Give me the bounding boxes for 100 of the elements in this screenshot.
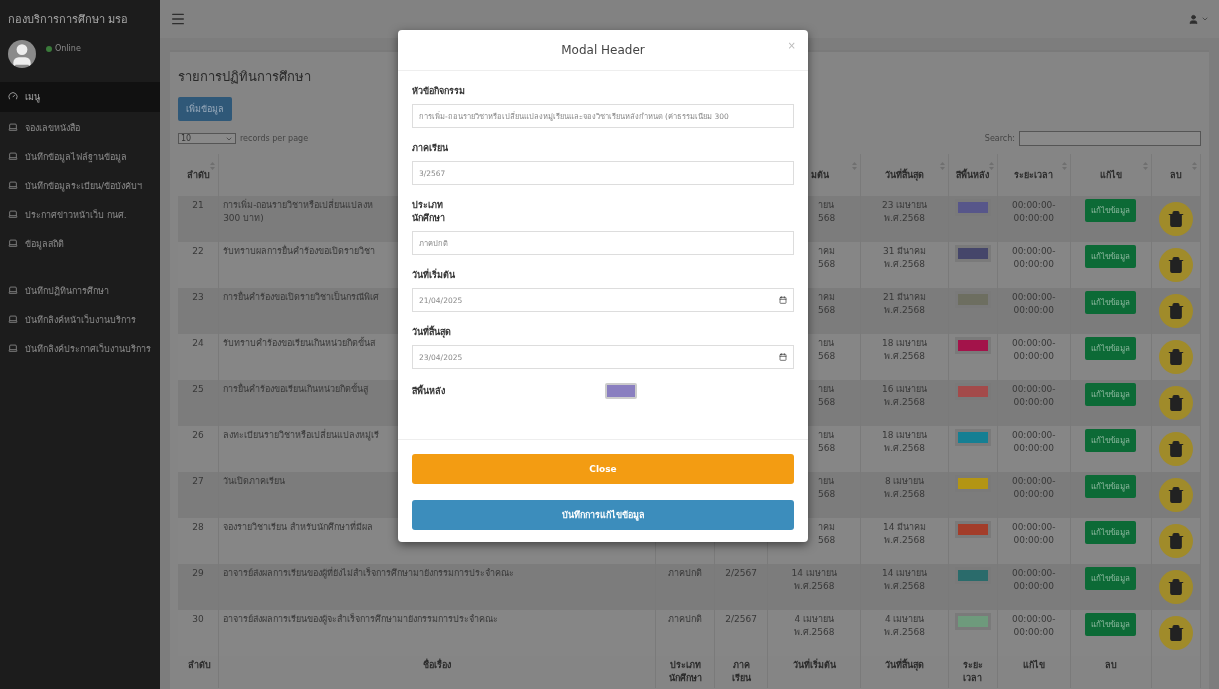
start-date: ายน 568	[817, 337, 836, 363]
trash-icon	[1167, 394, 1186, 412]
edit-button[interactable]: แก้ไขข้อมูล	[1085, 475, 1137, 498]
row-number: 26	[191, 429, 205, 442]
start-date: 4 เมษายน พ.ศ.2568	[792, 613, 836, 639]
caret-icon	[1201, 15, 1209, 23]
delete-button[interactable]	[1159, 386, 1194, 420]
user-menu-icon[interactable]	[1188, 13, 1209, 25]
semester-text: 2/2567	[724, 613, 758, 626]
column-footer: วันที่เริ่มต้น	[771, 659, 857, 672]
sidebar-item[interactable]: ประกาศข่าวหน้าเว็บ กนศ.	[0, 202, 160, 228]
start-date: ายน 568	[817, 383, 836, 409]
laptop-icon	[8, 209, 18, 219]
title-text: วันเปิดภาคเรียน	[223, 475, 286, 488]
end-date: 14 เมษายน พ.ศ.2568	[881, 567, 929, 593]
end-date: 8 เมษายน พ.ศ.2568	[883, 475, 926, 501]
sidebar-item[interactable]: บันทึกลิงค์หน้าเว็บงานบริการ	[0, 307, 160, 333]
laptop-icon	[8, 151, 18, 161]
delete-button[interactable]	[1159, 570, 1194, 604]
sidebar-item[interactable]: ข้อมูลสถิติ	[0, 231, 160, 257]
row-number: 24	[191, 337, 205, 350]
title-text: อาจารย์ส่งผลการเรียนของผู้จะสำเร็จการศึกษามายังกรรมการประจำคณะ	[223, 613, 499, 626]
field-label: วันที่สิ้นสุด	[412, 326, 452, 339]
column-footer: แก้ไข	[1001, 659, 1066, 672]
column-header[interactable]: ลบ	[1170, 170, 1183, 180]
calendar-icon[interactable]	[779, 296, 787, 304]
sidebar-item[interactable]: บันทึกข้อมูลระเบียน/ข้อบังคับฯ	[0, 173, 160, 199]
duration-text: 00:00:00-00:00:00	[1010, 383, 1057, 409]
delete-button[interactable]	[1159, 248, 1194, 282]
edit-button[interactable]: แก้ไขข้อมูล	[1085, 613, 1137, 636]
edit-button[interactable]: แก้ไขข้อมูล	[1085, 521, 1137, 544]
delete-button[interactable]	[1159, 202, 1194, 236]
trash-icon	[1167, 578, 1186, 596]
end-date: 18 เมษายน พ.ศ.2568	[881, 337, 929, 363]
save-button[interactable]: บันทึกการแก้ไขข้อมูล	[412, 500, 794, 530]
start-date: ายน 568	[817, 475, 836, 501]
edit-button[interactable]: แก้ไขข้อมูล	[1085, 291, 1137, 314]
delete-button[interactable]	[1159, 432, 1194, 466]
sidebar-item[interactable]: บันทึกข้อมูลไฟล์ฐานข้อมูล	[0, 144, 160, 170]
duration-text: 00:00:00-00:00:00	[1010, 521, 1057, 547]
color-picker[interactable]	[605, 383, 637, 399]
add-button[interactable]: เพิ่มข้อมูล	[178, 97, 232, 121]
sidebar-item[interactable]: บันทึกปฏิทินการศึกษา	[0, 278, 160, 304]
close-dialog-button[interactable]: Close	[412, 454, 794, 484]
delete-button[interactable]	[1159, 294, 1194, 328]
page-title: รายการปฏิทินการศึกษา	[178, 68, 312, 86]
row-number: 30	[191, 613, 205, 626]
delete-button[interactable]	[1159, 340, 1194, 374]
end-date: 16 เมษายน พ.ศ.2568	[881, 383, 929, 409]
field-label: วันที่เริ่มต้น	[412, 269, 456, 282]
avatar-icon	[8, 40, 36, 68]
start-date: ายน 568	[817, 199, 836, 225]
edit-button[interactable]: แก้ไขข้อมูล	[1085, 429, 1137, 452]
end-date: 23 เมษายน พ.ศ.2568	[881, 199, 929, 225]
column-header[interactable]: วันที่สิ้นสุด	[885, 170, 925, 180]
sidebar-item[interactable]: เมนู	[0, 82, 160, 112]
column-header[interactable]: แก้ไข	[1099, 170, 1122, 180]
column-header[interactable]: สีพื้นหลัง	[956, 170, 990, 180]
start-date: าคม 568	[817, 291, 836, 317]
title-text: ลงทะเบียนรายวิชาหรือเปลี่ยนแปลงหมู่เรี	[223, 429, 380, 442]
semester-text: 2/2567	[724, 567, 758, 580]
menu-icon[interactable]	[170, 11, 186, 27]
delete-button[interactable]	[1159, 616, 1194, 650]
edit-button[interactable]: แก้ไขข้อมูล	[1085, 337, 1137, 360]
edit-button[interactable]: แก้ไขข้อมูล	[1085, 245, 1137, 268]
row-number: 29	[191, 567, 205, 580]
delete-button[interactable]	[1159, 478, 1194, 512]
duration-text: 00:00:00-00:00:00	[1010, 199, 1057, 225]
title-text: จองรายวิชาเรียน สำหรับนักศึกษาที่มีผล	[223, 521, 373, 534]
column-footer: ลบ	[1074, 659, 1148, 672]
laptop-icon	[8, 238, 18, 248]
row-number: 21	[191, 199, 205, 212]
laptop-icon	[8, 122, 18, 132]
title-text: การยื่นคำร้องขอเปิดรายวิชาเป็นกรณีพิเศ	[223, 291, 380, 304]
end-date: 31 มีนาคม พ.ศ.2568	[882, 245, 928, 271]
edit-button[interactable]: แก้ไขข้อมูล	[1085, 199, 1137, 222]
delete-button[interactable]	[1159, 524, 1194, 558]
sidebar-item[interactable]: จองเลขหนังสือ	[0, 115, 160, 141]
end-date: 14 มีนาคม พ.ศ.2568	[882, 521, 928, 547]
title-text: อาจารย์ส่งผลการเรียนของผู้ที่ยังไม่สำเร็จการศึกษามายังกรรมการประจำคณะ	[223, 567, 515, 580]
duration-text: 00:00:00-00:00:00	[1010, 245, 1057, 271]
trash-icon	[1167, 486, 1186, 504]
calendar-icon[interactable]	[779, 353, 787, 361]
start-date: าคม 568	[817, 245, 836, 271]
sidebar-item[interactable]: บันทึกลิงค์ประกาศเว็บงานบริการ	[0, 336, 160, 362]
search-field[interactable]	[1019, 131, 1201, 146]
column-header[interactable]: ระยะเวลา	[1014, 170, 1054, 180]
end-date: 21 มีนาคม พ.ศ.2568	[882, 291, 928, 317]
column-header[interactable]: ลำดับ	[186, 170, 210, 180]
trash-icon	[1167, 256, 1186, 274]
edit-button[interactable]: แก้ไขข้อมูล	[1085, 383, 1137, 406]
dashboard-icon	[8, 91, 18, 101]
row-number: 23	[191, 291, 205, 304]
close-button[interactable]: ×	[787, 40, 796, 51]
field-label: ภาคเรียน	[412, 142, 449, 155]
field-label: หัวข้อกิจกรรม	[412, 85, 466, 98]
trash-icon	[1167, 302, 1186, 320]
edit-button[interactable]: แก้ไขข้อมูล	[1085, 567, 1137, 590]
page-size-select[interactable]: 10	[178, 133, 236, 144]
start-date: ายน 568	[817, 429, 836, 455]
